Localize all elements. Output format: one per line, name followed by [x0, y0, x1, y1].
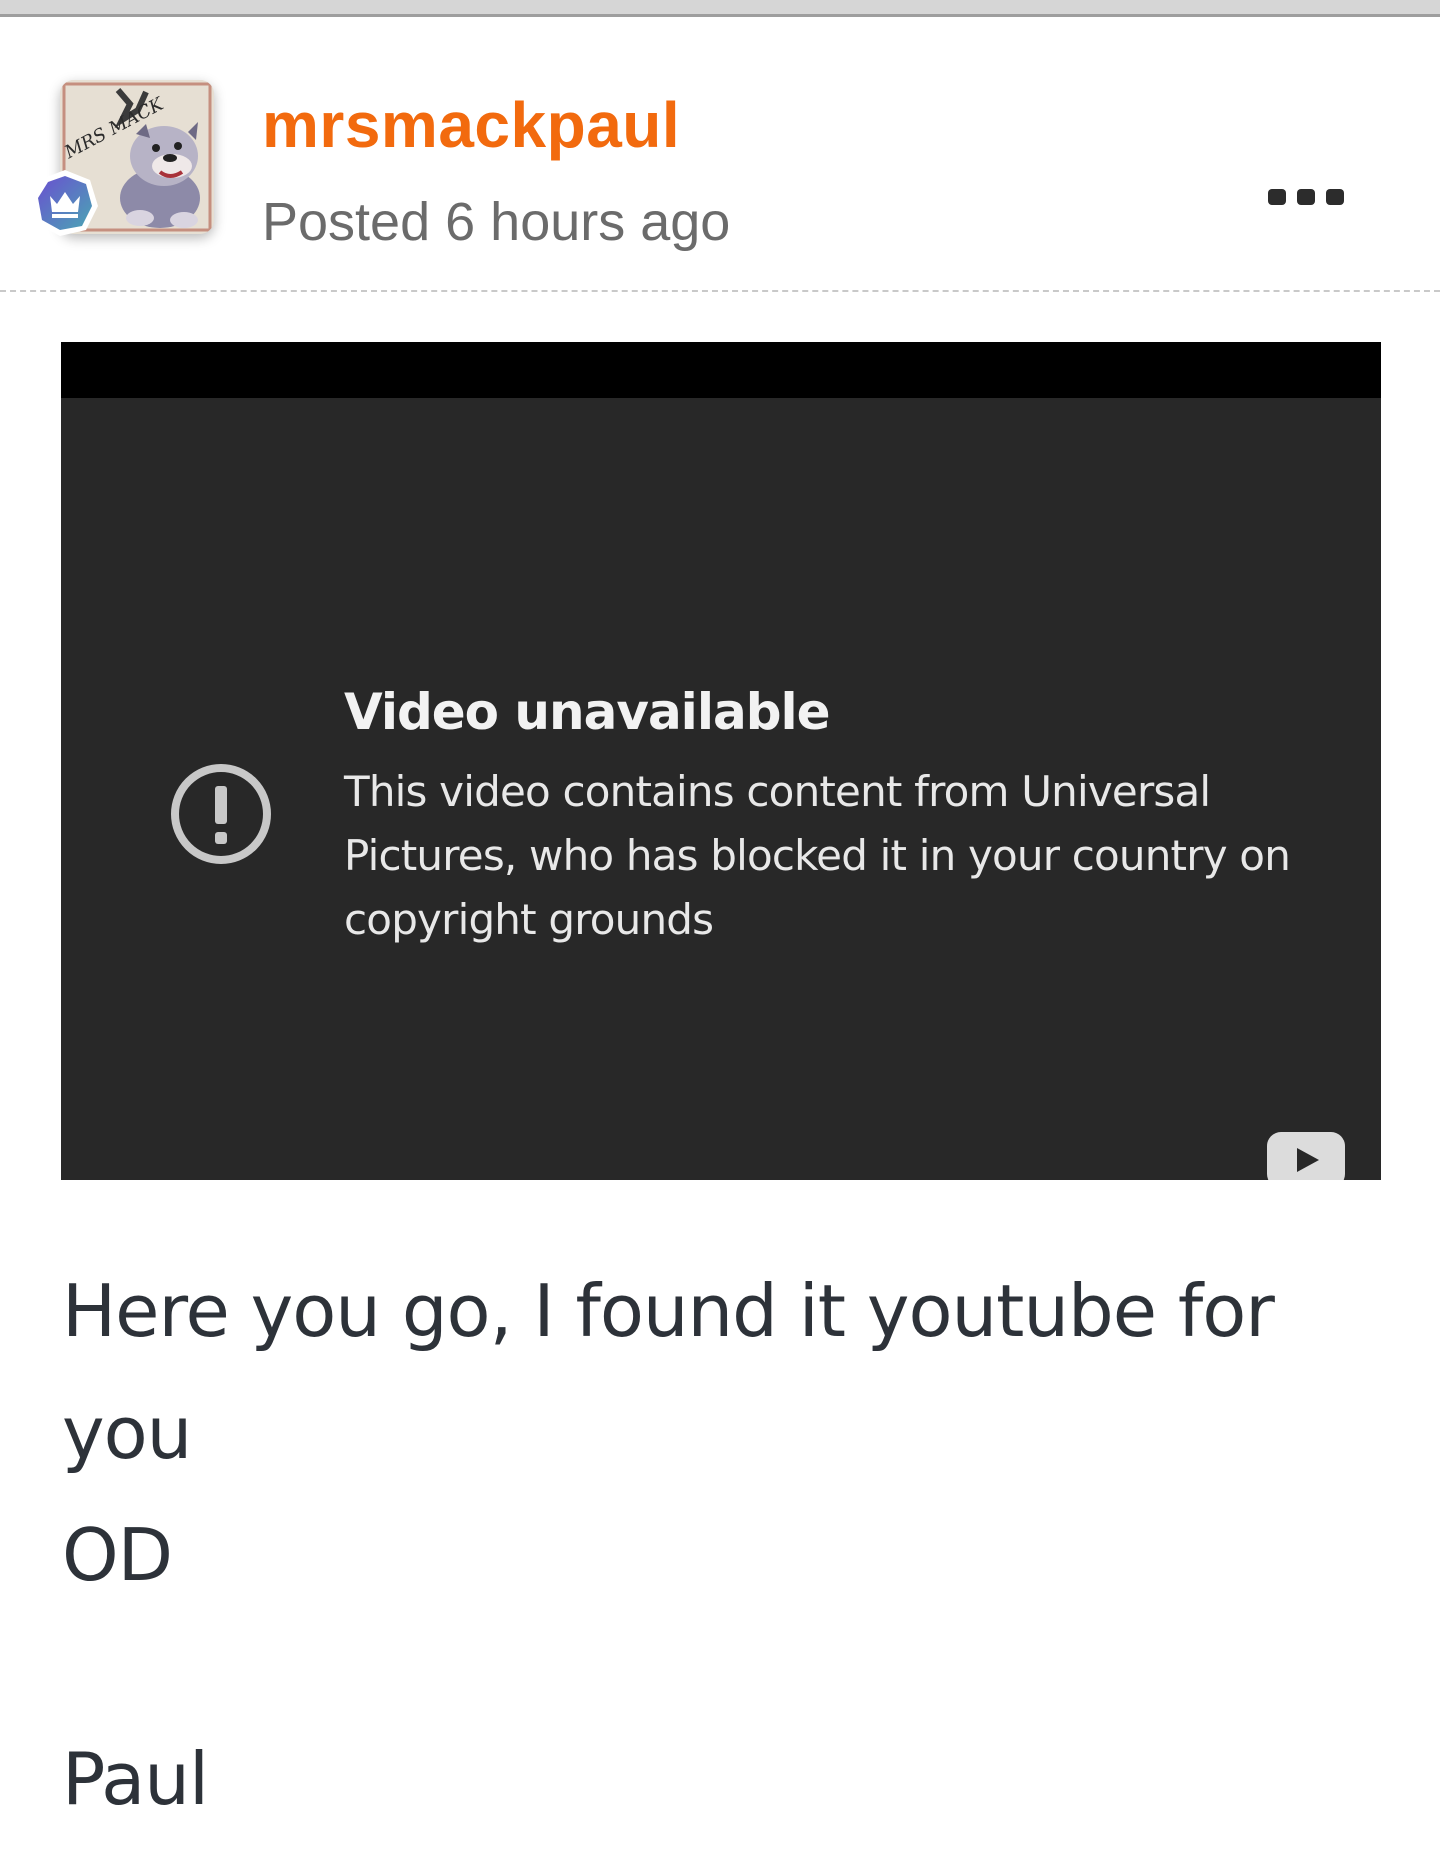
rank-badge [30, 168, 100, 238]
more-options-icon [1326, 189, 1344, 205]
top-divider-bar [0, 0, 1440, 17]
video-error-title: Video unavailable [344, 683, 831, 741]
video-title-bar [61, 342, 1381, 398]
youtube-play-icon[interactable] [1267, 1132, 1345, 1180]
more-options-icon [1268, 189, 1286, 205]
video-error-message: This video contains content from Univers… [344, 767, 1291, 944]
exclamation-circle-icon [169, 762, 273, 866]
more-options-icon [1297, 189, 1315, 205]
post-header: MRS MACK mrsmackpaul Posted 6 hours ago [0, 20, 1440, 292]
post-signature: Paul [62, 1737, 209, 1821]
post-body-line: OD [62, 1513, 173, 1597]
more-options-button[interactable] [1268, 180, 1344, 214]
author-username[interactable]: mrsmackpaul [262, 88, 680, 162]
crown-icon [32, 170, 98, 236]
post-body: Here you go, I found it youtube for you … [62, 1250, 1392, 1616]
video-embed[interactable]: Video unavailable This video contains co… [61, 342, 1381, 1180]
post-body-line: Here you go, I found it youtube for you [62, 1269, 1275, 1475]
post-timestamp: Posted 6 hours ago [262, 192, 731, 252]
